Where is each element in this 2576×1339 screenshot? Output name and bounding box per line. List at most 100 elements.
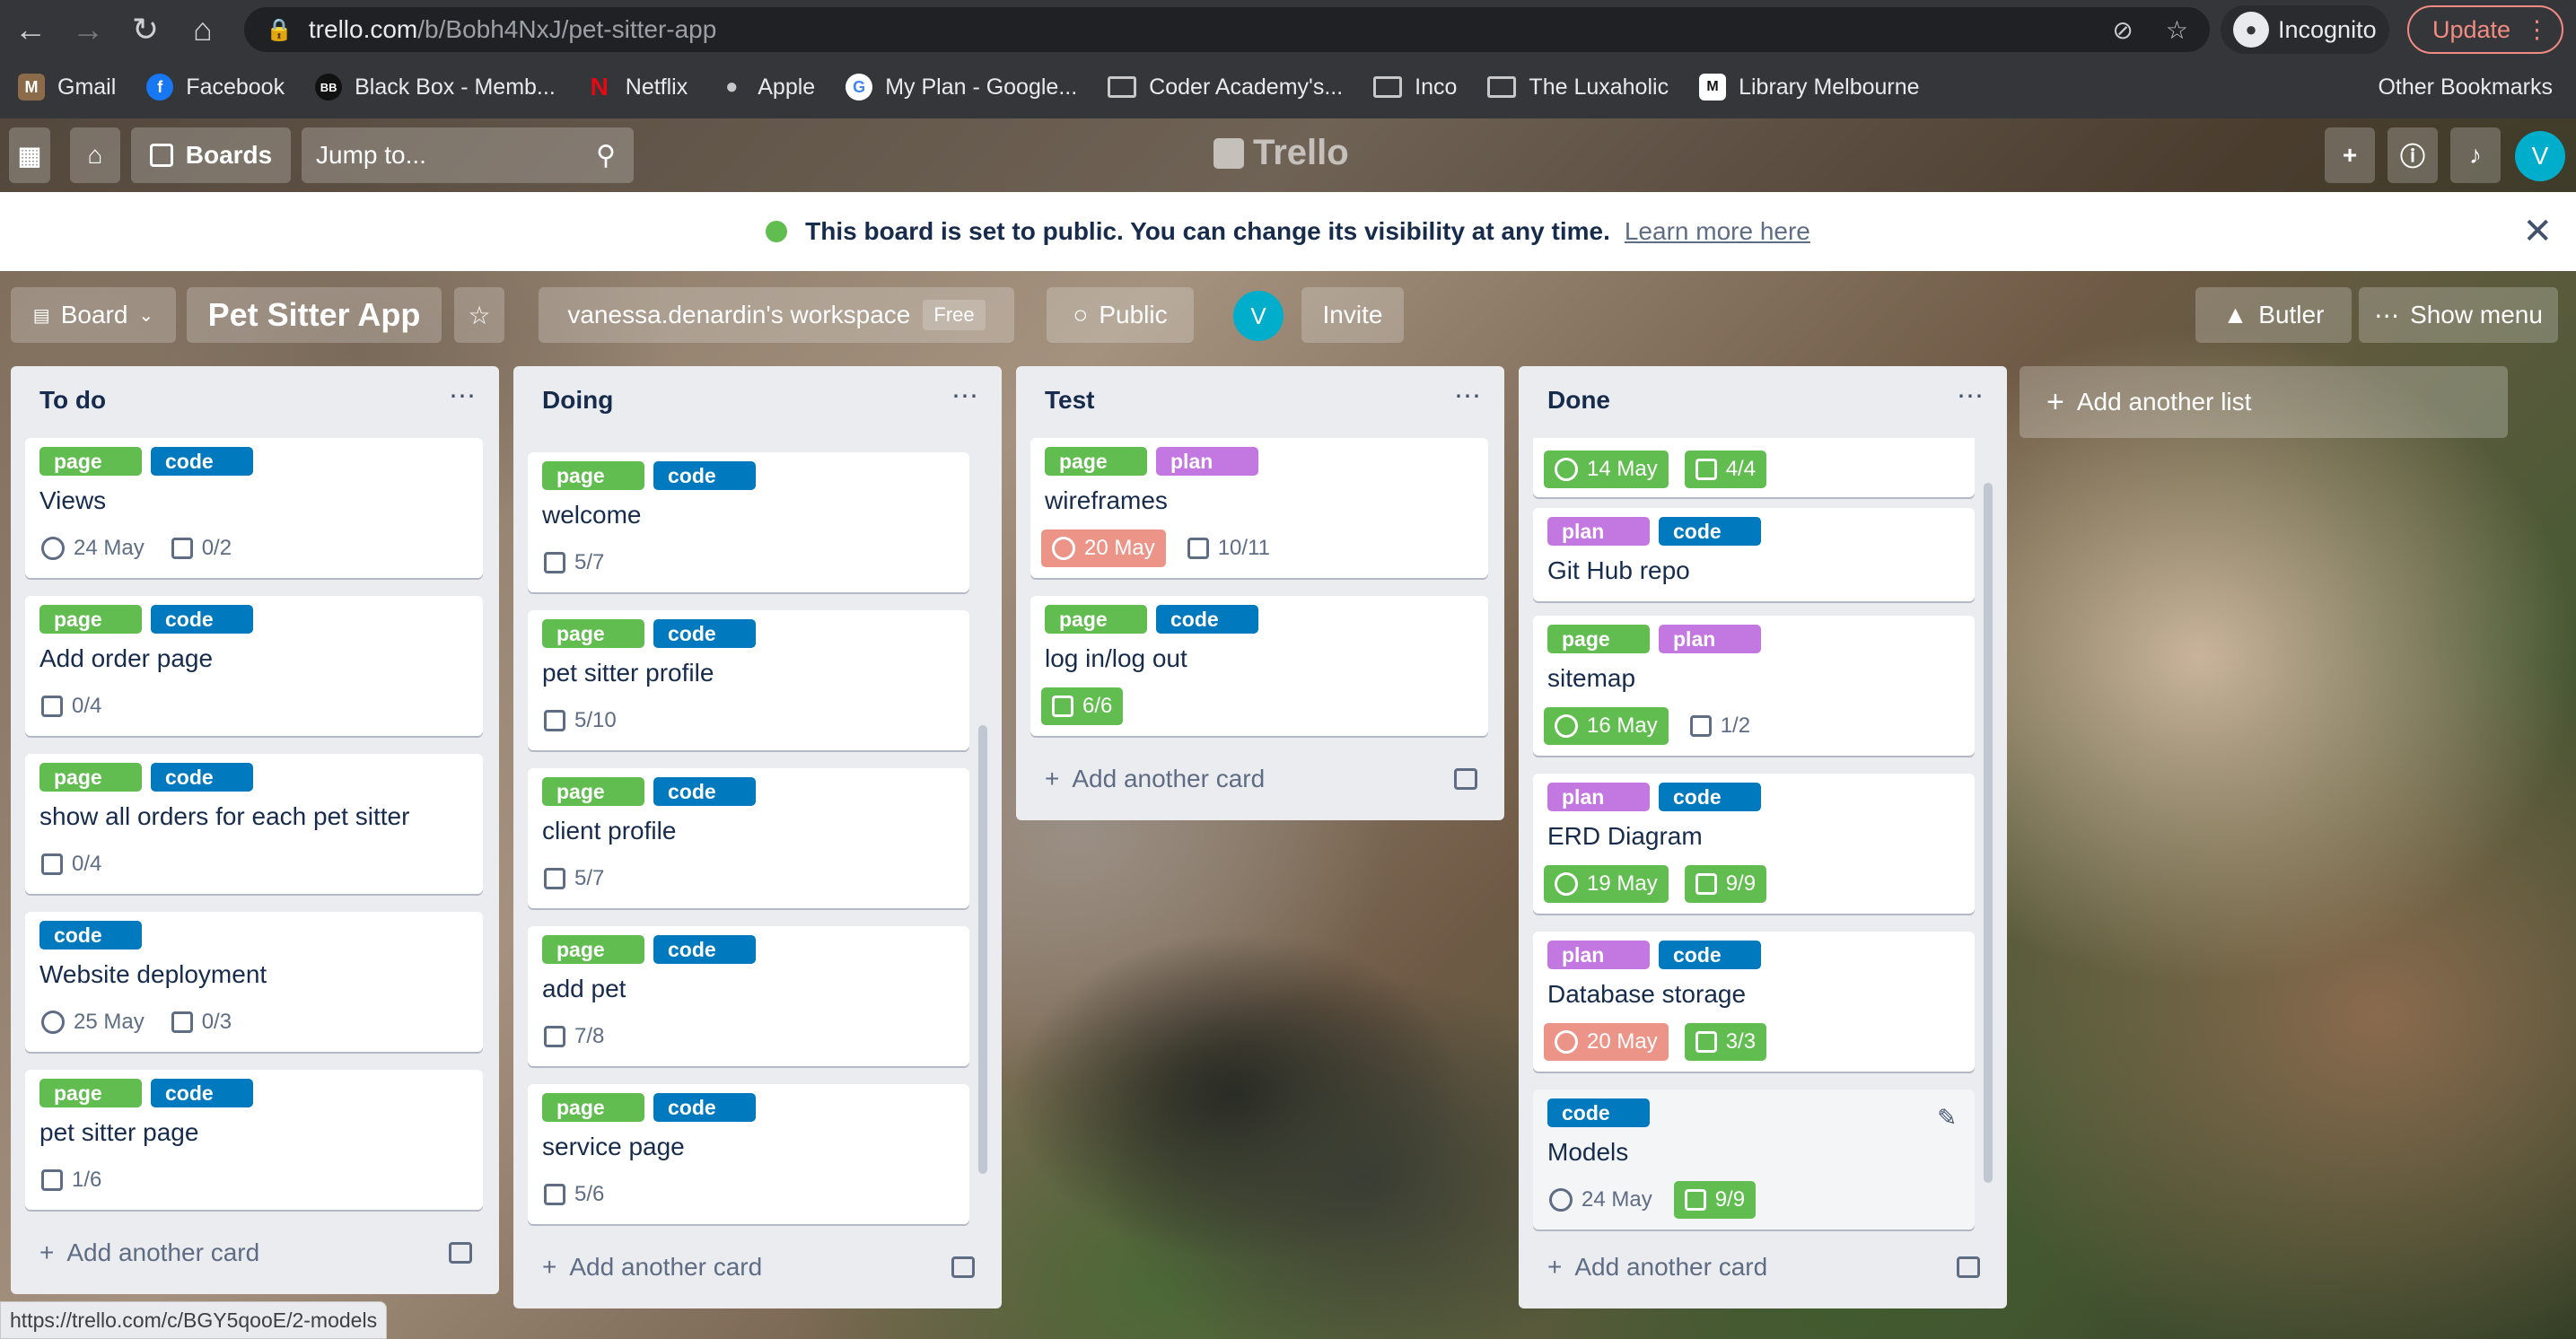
forward-icon[interactable]: → <box>61 3 115 57</box>
checklist-badge: 10/11 <box>1182 529 1275 567</box>
show-menu-label: Show menu <box>2410 301 2543 328</box>
apps-grid-icon[interactable]: ▦ <box>9 127 50 183</box>
card[interactable]: code ✎ Models 24 May 9/9 <box>1533 1090 1975 1230</box>
status-url: https://trello.com/c/BGY5qooE/2-models <box>10 1308 378 1332</box>
add-card-button[interactable]: + Add another card <box>1547 1253 1980 1282</box>
bookmark-facebook[interactable]: f Facebook <box>146 74 285 101</box>
member-avatar[interactable]: V <box>1233 291 1284 341</box>
eye-off-icon[interactable]: ⊘ <box>2112 15 2133 45</box>
list-menu-icon[interactable]: ⋯ <box>1454 381 1483 412</box>
bookmark-coder-academy[interactable]: Coder Academy's... <box>1108 74 1343 101</box>
label-code: code <box>1659 517 1761 546</box>
label-page: page <box>1045 605 1147 634</box>
list-scrollbar[interactable] <box>978 725 987 1174</box>
list-title[interactable]: Test <box>1045 386 1095 415</box>
home-icon[interactable]: ⌂ <box>176 3 230 57</box>
add-card-label: Add another card <box>569 1253 763 1281</box>
card[interactable]: page code welcome 5/7 <box>528 452 969 592</box>
checklist-icon <box>1187 538 1209 559</box>
checklist-badge: 0/2 <box>166 529 237 567</box>
list-title[interactable]: Doing <box>542 386 613 415</box>
card[interactable]: plan code ERD Diagram 19 May 9/9 <box>1533 774 1975 914</box>
add-list-button[interactable]: + Add another list <box>2020 366 2508 438</box>
add-card-button[interactable]: + Add another card <box>1045 765 1477 793</box>
bookmark-luxaholic[interactable]: The Luxaholic <box>1487 74 1669 101</box>
list-title[interactable]: To do <box>39 386 106 415</box>
card[interactable]: page code Views 24 May 0/2 <box>25 438 483 578</box>
list-scrollbar[interactable] <box>1984 483 1993 1183</box>
list-menu-icon[interactable]: ⋯ <box>1957 381 1985 412</box>
folder-icon <box>1108 76 1137 98</box>
search-input[interactable]: Jump to... ⚲ <box>302 127 634 183</box>
card[interactable]: page plan sitemap 16 May 1/2 <box>1533 616 1975 756</box>
home-icon[interactable]: ⌂ <box>70 127 120 183</box>
card[interactable]: plan code Git Hub repo <box>1533 508 1975 601</box>
star-icon[interactable]: ☆ <box>2166 15 2188 45</box>
address-bar[interactable]: 🔒 trello.com/b/Bobh4NxJ/pet-sitter-app ⊘… <box>244 7 2210 52</box>
card-title: show all orders for each pet sitter <box>39 802 410 830</box>
label-page: page <box>1045 447 1147 476</box>
bookmark-label: Facebook <box>186 74 285 100</box>
bookmark-library[interactable]: M Library Melbourne <box>1699 74 1920 101</box>
card-template-icon[interactable] <box>1454 768 1477 790</box>
label-plan: plan <box>1156 447 1258 476</box>
label-code: code <box>653 461 756 490</box>
bookmark-blackbox[interactable]: BB Black Box - Memb... <box>315 74 556 101</box>
add-card-button[interactable]: + Add another card <box>542 1253 975 1282</box>
card-template-icon[interactable] <box>951 1256 975 1278</box>
checklist-count: 6/6 <box>1082 694 1113 718</box>
update-button[interactable]: Update ⋮ <box>2407 5 2563 54</box>
bookmark-apple[interactable]: ● Apple <box>718 74 815 101</box>
trello-logo[interactable]: Trello <box>1214 133 1349 173</box>
card-template-icon[interactable] <box>449 1242 472 1264</box>
bookmark-netflix[interactable]: N Netflix <box>586 73 688 101</box>
boards-button[interactable]: Boards <box>131 127 291 183</box>
invite-button[interactable]: Invite <box>1301 287 1404 343</box>
visibility-label: Public <box>1099 301 1168 328</box>
show-menu-button[interactable]: ⋯ Show menu <box>2359 287 2558 343</box>
card[interactable]: page code log in/log out 6/6 <box>1030 596 1488 736</box>
card[interactable]: code Website deployment 25 May 0/3 <box>25 912 483 1052</box>
card[interactable]: page code pet sitter page 1/6 <box>25 1070 483 1210</box>
card[interactable]: page code add pet 7/8 <box>528 926 969 1066</box>
checklist-icon <box>544 1184 565 1205</box>
list-title[interactable]: Done <box>1547 386 1610 415</box>
butler-button[interactable]: ▲ Butler <box>2195 287 2352 343</box>
add-card-button[interactable]: + Add another card <box>39 1238 472 1267</box>
list-menu-icon[interactable]: ⋯ <box>449 381 478 412</box>
card[interactable]: page code service page 5/6 <box>528 1084 969 1224</box>
pencil-icon[interactable]: ✎ <box>1937 1104 1957 1132</box>
close-icon[interactable]: ✕ <box>2522 211 2553 252</box>
card[interactable]: page plan wireframes 20 May 10/11 <box>1030 438 1488 578</box>
learn-more-link[interactable]: Learn more here <box>1625 217 1810 246</box>
workspace-button[interactable]: vanessa.denardin's workspace Free <box>539 287 1014 343</box>
clock-icon <box>1555 458 1578 481</box>
reload-icon[interactable]: ↻ <box>118 3 172 57</box>
card[interactable]: page code client profile 5/7 <box>528 768 969 908</box>
card[interactable]: page code pet sitter profile 5/10 <box>528 610 969 750</box>
avatar[interactable]: V <box>2515 131 2565 181</box>
create-icon[interactable]: + <box>2325 127 2375 183</box>
visibility-button[interactable]: ○ Public <box>1047 287 1194 343</box>
label-page: page <box>542 777 644 806</box>
star-icon[interactable]: ☆ <box>454 287 504 343</box>
more-vert-icon: ⋮ <box>2525 15 2549 43</box>
list-menu-icon[interactable]: ⋯ <box>951 381 980 412</box>
card-title: pet sitter profile <box>542 659 714 687</box>
incognito-indicator[interactable]: ● Incognito <box>2221 5 2389 54</box>
back-icon[interactable]: ← <box>4 3 57 57</box>
card[interactable]: page code show all orders for each pet si… <box>25 754 483 894</box>
board-view-switcher[interactable]: ▤ Board ⌄ <box>11 287 176 343</box>
due-date: 19 May <box>1587 871 1658 896</box>
checklist-badge: 5/7 <box>539 544 609 582</box>
card-template-icon[interactable] <box>1957 1256 1980 1278</box>
other-bookmarks[interactable]: Other Bookmarks <box>2365 74 2553 101</box>
bookmark-google[interactable]: G My Plan - Google... <box>846 74 1077 101</box>
card[interactable]: page code Add order page 0/4 <box>25 596 483 736</box>
bell-icon[interactable]: ♪ <box>2450 127 2501 183</box>
bookmark-inco[interactable]: Inco <box>1373 74 1457 101</box>
board-title[interactable]: Pet Sitter App <box>187 287 442 343</box>
info-icon[interactable]: ⓘ <box>2388 127 2438 183</box>
card[interactable]: plan code Database storage 20 May 3/3 <box>1533 932 1975 1072</box>
bookmark-gmail[interactable]: M Gmail <box>18 74 116 101</box>
